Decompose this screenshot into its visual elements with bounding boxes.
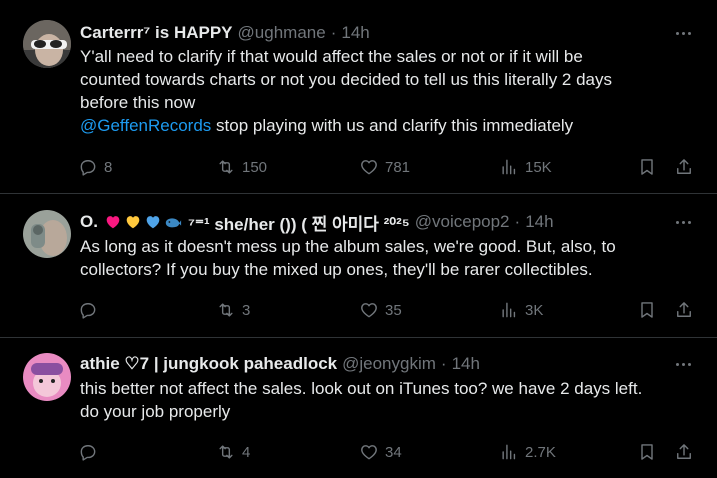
reply-icon	[80, 303, 96, 319]
separator: ·	[440, 354, 447, 373]
share-button[interactable]	[674, 155, 694, 179]
reply-icon	[80, 445, 96, 461]
more-icon[interactable]	[669, 23, 697, 43]
red-heart-icon	[106, 216, 120, 229]
like-button[interactable]: 35	[359, 298, 402, 322]
avatar-image	[23, 20, 71, 68]
like-icon	[361, 160, 377, 175]
reply-button[interactable]	[78, 298, 104, 322]
like-button[interactable]: 34	[359, 440, 402, 464]
text-line: do your job properly	[80, 402, 231, 421]
like-button[interactable]: 781	[359, 155, 410, 179]
share-button[interactable]	[674, 298, 694, 322]
view-count: 15K	[525, 158, 552, 176]
view-count: 2.7K	[525, 443, 556, 461]
views-icon	[502, 302, 516, 318]
reply-count: 8	[104, 158, 113, 176]
views-icon	[502, 159, 516, 175]
text-line: As long as it doesn't mess up the album …	[80, 237, 616, 256]
mention-link[interactable]: @GeffenRecords	[80, 116, 211, 135]
views-button[interactable]: 3K	[499, 298, 543, 322]
repost-icon	[219, 303, 233, 317]
repost-button[interactable]: 3	[216, 298, 250, 322]
separator: ·	[514, 212, 521, 231]
tweet-header: O. ⁷⁼¹ she/her ()) ( 찐 아미다 ²⁰²⁵ @voicepo…	[80, 210, 669, 235]
text-segment: stop playing with us and clarify this im…	[211, 116, 574, 135]
action-bar: 8 150 781 15K	[78, 155, 696, 179]
bookmark-button[interactable]	[637, 298, 657, 322]
like-count: 34	[385, 443, 402, 461]
more-icon[interactable]	[669, 212, 697, 232]
user-handle[interactable]: @ughmane	[238, 23, 326, 43]
tweet-header: Carterrr⁷ is HAPPY @ughmane · 14h	[80, 22, 669, 44]
text-line: @GeffenRecords stop playing with us and …	[80, 114, 689, 137]
bookmark-icon	[641, 302, 653, 318]
repost-count: 150	[242, 158, 268, 176]
tweet-text: Y'all need to clarify if that would affe…	[80, 45, 689, 137]
display-name[interactable]: Carterrr⁷ is HAPPY	[80, 23, 233, 43]
tweet-feed: Carterrr⁷ is HAPPY @ughmane · 14h Y'all …	[0, 0, 717, 478]
views-button[interactable]: 15K	[499, 155, 552, 179]
display-name-suffix[interactable]: ⁷⁼¹ she/her ()) ( 찐 아미다 ²⁰²⁵	[188, 210, 410, 235]
tweet-1[interactable]: Carterrr⁷ is HAPPY @ughmane · 14h Y'all …	[0, 0, 717, 194]
bookmark-button[interactable]	[637, 155, 657, 179]
like-count: 35	[385, 301, 402, 319]
avatar[interactable]	[23, 210, 71, 258]
views-button[interactable]: 2.7K	[499, 440, 556, 464]
tweet-text: As long as it doesn't mess up the album …	[80, 235, 689, 281]
repost-icon	[219, 160, 233, 174]
avatar[interactable]	[23, 20, 71, 68]
repost-count: 4	[242, 443, 251, 461]
action-bar: 3 35 3K	[78, 298, 696, 322]
tweet-3[interactable]: athie ♡7 | jungkook paheadlock @jeonygki…	[0, 338, 717, 478]
like-count: 781	[385, 158, 411, 176]
yellow-heart-icon	[126, 216, 140, 229]
bookmark-icon	[641, 159, 653, 175]
views-icon	[502, 444, 516, 460]
repost-icon	[219, 445, 233, 459]
reply-icon	[80, 160, 96, 176]
like-icon	[361, 303, 377, 318]
avatar[interactable]	[23, 353, 71, 401]
timestamp[interactable]: 14h	[341, 23, 369, 43]
text-line: collectors? If you buy the mixed up ones…	[80, 260, 593, 279]
share-button[interactable]	[674, 440, 694, 464]
text-line: Y'all need to clarify if that would affe…	[80, 47, 583, 66]
text-line: this better not affect the sales. look o…	[80, 379, 643, 398]
like-icon	[361, 445, 377, 460]
more-icon[interactable]	[669, 354, 697, 374]
user-handle[interactable]: @jeonygkim	[342, 354, 436, 374]
tweet-2[interactable]: O. ⁷⁼¹ she/her ()) ( 찐 아미다 ²⁰²⁵ @voicepo…	[0, 194, 717, 338]
timestamp[interactable]: 14h	[525, 212, 553, 232]
repost-button[interactable]: 4	[216, 440, 250, 464]
timestamp[interactable]: 14h	[452, 354, 480, 374]
bookmark-button[interactable]	[637, 440, 657, 464]
share-icon	[677, 302, 691, 317]
repost-count: 3	[242, 301, 251, 319]
tweet-text: this better not affect the sales. look o…	[80, 377, 689, 423]
action-bar: 4 34 2.7K	[78, 440, 696, 464]
display-name[interactable]: athie ♡7 | jungkook paheadlock	[80, 354, 337, 374]
text-line: before this now	[80, 93, 196, 112]
share-icon	[677, 444, 691, 459]
avatar-image	[23, 210, 71, 258]
whale-icon	[165, 218, 182, 228]
separator: ·	[330, 23, 337, 42]
user-handle[interactable]: @voicepop2	[415, 212, 510, 232]
reply-button[interactable]	[78, 440, 104, 464]
blue-heart-icon	[146, 216, 160, 229]
bookmark-icon	[641, 444, 653, 460]
text-line: counted towards charts or not you decide…	[80, 70, 613, 89]
tweet-header: athie ♡7 | jungkook paheadlock @jeonygki…	[80, 353, 669, 375]
share-icon	[677, 159, 691, 174]
view-count: 3K	[525, 301, 544, 319]
repost-button[interactable]: 150	[216, 155, 267, 179]
reply-button[interactable]: 8	[78, 155, 112, 179]
display-name-prefix[interactable]: O.	[80, 212, 98, 232]
avatar-image	[23, 353, 71, 401]
name-emojis	[104, 213, 184, 231]
